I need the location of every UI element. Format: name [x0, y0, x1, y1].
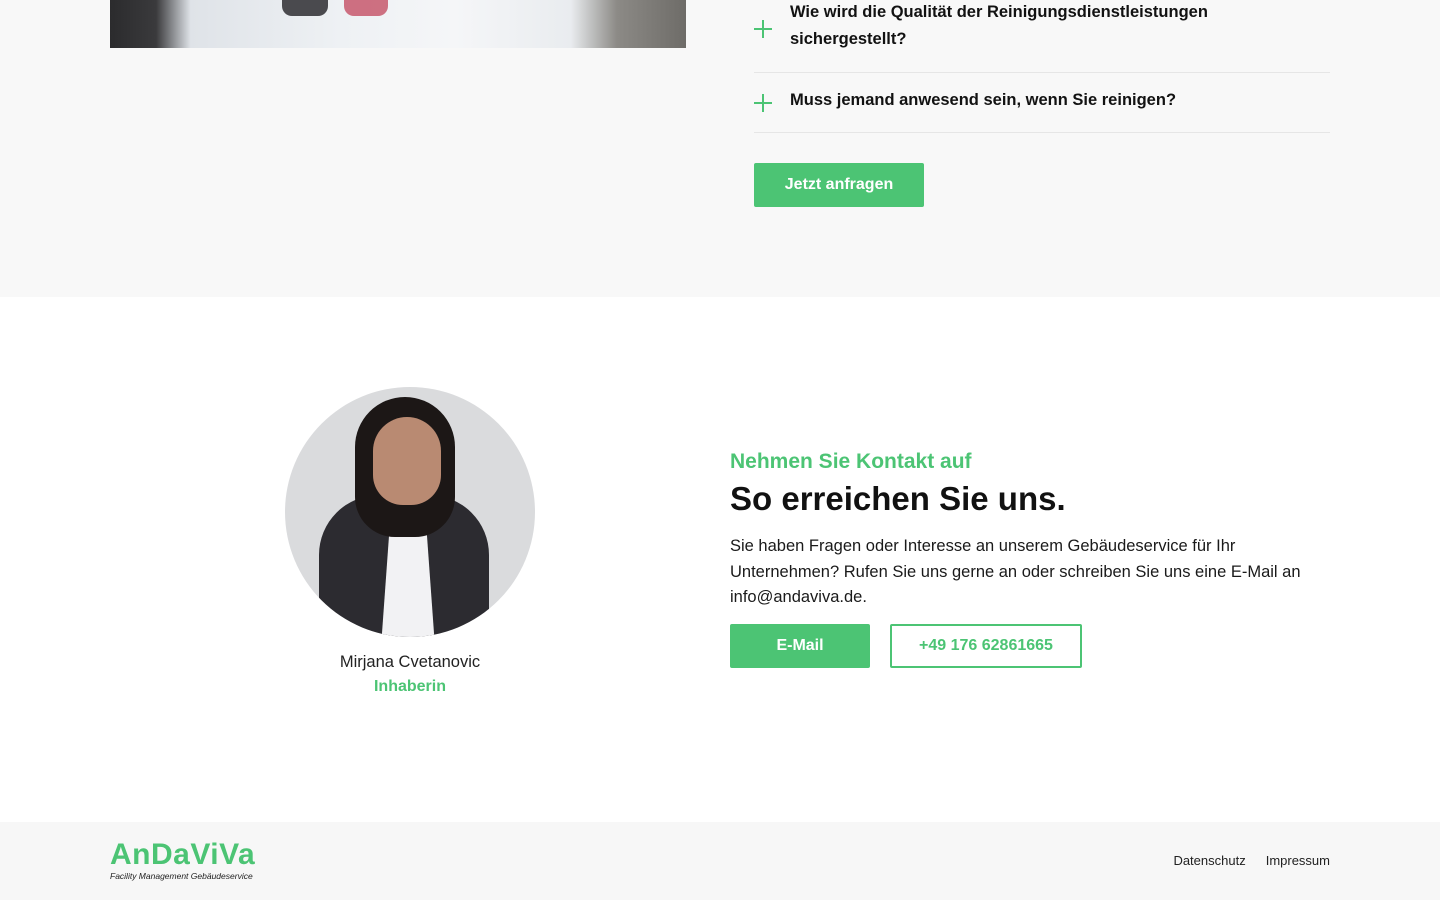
contact-section: Mirjana Cvetanovic Inhaberin Nehmen Sie …	[0, 297, 1440, 822]
footer: AnDaViVa Facility Management Gebäudeserv…	[0, 822, 1440, 900]
person-role: Inhaberin	[373, 678, 446, 695]
footer-nav: Datenschutz Impressum	[1173, 853, 1330, 868]
logo-tagline: Facility Management Gebäudeservice	[110, 871, 253, 881]
phone-button[interactable]: +49 176 62861665	[890, 624, 1082, 668]
faq-section: Wie wird die Qualität der Reinigungsdien…	[0, 0, 1440, 297]
faq-question[interactable]: Wie wird die Qualität der Reinigungsdien…	[790, 0, 1290, 53]
contact-heading: So erreichen Sie uns.	[730, 480, 1066, 517]
plus-icon[interactable]	[754, 94, 772, 112]
imprint-link[interactable]: Impressum	[1266, 853, 1330, 868]
avatar	[285, 387, 535, 637]
faq-question[interactable]: Muss jemand anwesend sein, wenn Sie rein…	[790, 87, 1290, 114]
logo-name: AnDaViVa	[110, 838, 256, 871]
contact-text: Sie haben Fragen oder Interesse an unser…	[730, 537, 1301, 606]
photo-detail	[282, 0, 402, 18]
privacy-link[interactable]: Datenschutz	[1173, 853, 1245, 868]
faq-item[interactable]: Muss jemand anwesend sein, wenn Sie rein…	[754, 73, 1330, 133]
plus-icon[interactable]	[754, 20, 772, 38]
person-name: Mirjana Cvetanovic	[339, 653, 481, 671]
email-button[interactable]: E-Mail	[730, 624, 870, 668]
cleaning-photo	[110, 0, 686, 48]
request-button[interactable]: Jetzt anfragen	[754, 163, 924, 207]
contact-kicker: Nehmen Sie Kontakt auf	[730, 450, 972, 473]
faq-item[interactable]: Wie wird die Qualität der Reinigungsdien…	[754, 0, 1330, 73]
logo[interactable]: AnDaViVa Facility Management Gebäudeserv…	[110, 838, 256, 882]
